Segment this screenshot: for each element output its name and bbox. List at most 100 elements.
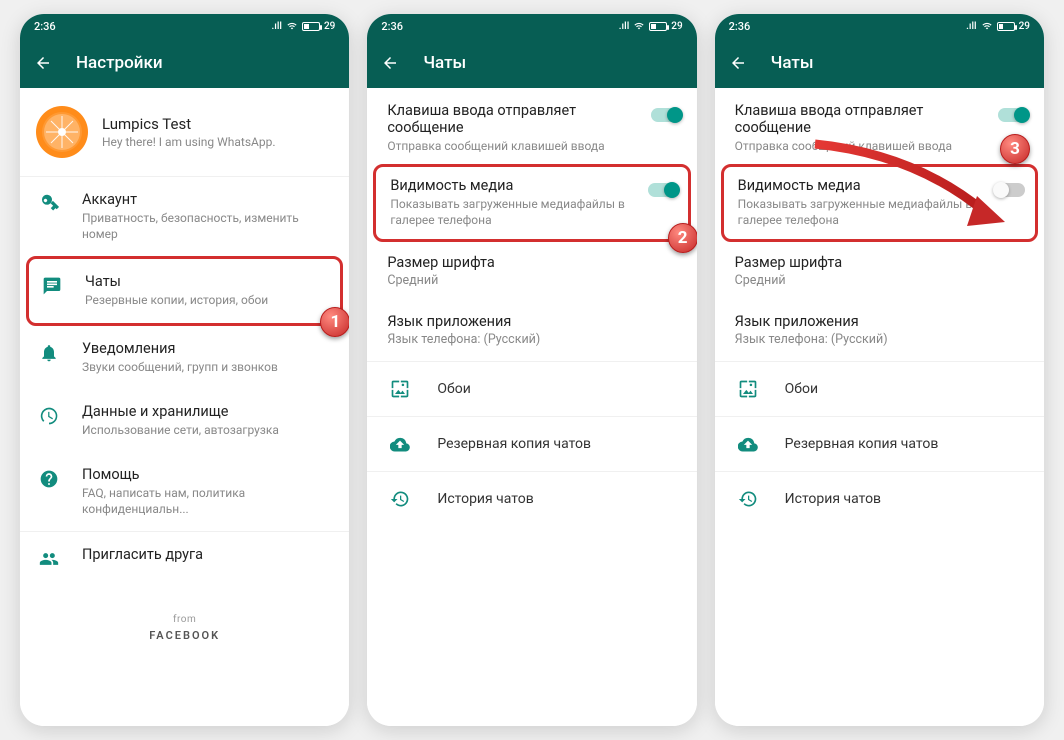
history-label: История чатов [785, 491, 881, 507]
history-row[interactable]: История чатов [715, 472, 1044, 526]
media-visibility-setting[interactable]: Видимость медиа Показывать загруженные м… [376, 167, 687, 238]
chats-content: Клавиша ввода отправляет сообщение Отпра… [715, 88, 1044, 726]
font-size-sub: Средний [735, 273, 1028, 290]
history-icon [389, 488, 411, 510]
settings-account[interactable]: Аккаунт Приватность, безопасность, измен… [20, 177, 349, 256]
back-icon[interactable] [729, 54, 747, 72]
media-vis-toggle-on[interactable] [648, 183, 678, 197]
enter-key-setting[interactable]: Клавиша ввода отправляет сообщение Отпра… [367, 88, 696, 164]
step-badge-1: 1 [320, 307, 349, 337]
status-time: 2:36 [34, 20, 56, 33]
app-lang-setting[interactable]: Язык приложения Язык телефона: (Русский) [735, 301, 1028, 361]
enter-key-sub: Отправка сообщений клавишей ввода [735, 138, 976, 154]
settings-content: Lumpics Test Hey there! I am using Whats… [20, 88, 349, 726]
media-visibility-setting[interactable]: Видимость медиа Показывать загруженные м… [724, 167, 1035, 238]
app-bar-title: Чаты [771, 53, 814, 73]
wallpaper-row[interactable]: Обои [715, 362, 1044, 416]
invite-title: Пригласить друга [82, 546, 333, 563]
notifications-sub: Звуки сообщений, групп и звонков [82, 359, 333, 375]
step-badge-3: 3 [1000, 134, 1030, 164]
app-bar: Чаты [715, 38, 1044, 88]
cloud-icon [737, 433, 759, 455]
app-lang-title: Язык приложения [387, 313, 680, 330]
help-sub: FAQ, написать нам, политика конфиденциал… [82, 485, 333, 517]
media-vis-sub: Показывать загруженные медиафайлы в гале… [738, 196, 973, 228]
history-label: История чатов [437, 491, 533, 507]
enter-key-title: Клавиша ввода отправляет сообщение [735, 102, 976, 136]
status-bar: 2:36 .ıll 29 [367, 14, 696, 38]
help-title: Помощь [82, 466, 333, 483]
phone-screen-settings: 2:36 .ıll 29 Настройки [20, 14, 349, 726]
font-size-sub: Средний [387, 273, 680, 290]
wallpaper-icon [737, 378, 759, 400]
avatar [36, 106, 88, 158]
back-icon[interactable] [381, 54, 399, 72]
phone-screen-chats-on: 2:36 .ıll 29 Чаты Клавиша ввода отправля… [367, 14, 696, 726]
status-icons: .ıll 29 [619, 21, 683, 32]
enter-key-title: Клавиша ввода отправляет сообщение [387, 102, 628, 136]
profile-row[interactable]: Lumpics Test Hey there! I am using Whats… [20, 88, 349, 176]
profile-status: Hey there! I am using WhatsApp. [102, 135, 333, 149]
highlight-media-vis: Видимость медиа Показывать загруженные м… [373, 164, 690, 241]
status-bar: 2:36 .ıll 29 [20, 14, 349, 38]
settings-invite[interactable]: Пригласить друга [20, 532, 349, 584]
history-icon [737, 488, 759, 510]
highlight-media-vis-off: Видимость медиа Показывать загруженные м… [721, 164, 1038, 241]
app-lang-title: Язык приложения [735, 313, 1028, 330]
enter-key-toggle[interactable] [651, 108, 681, 122]
font-size-setting[interactable]: Размер шрифта Средний [387, 242, 680, 302]
app-lang-sub: Язык телефона: (Русский) [387, 332, 680, 349]
wallpaper-icon [389, 378, 411, 400]
status-time: 2:36 [729, 20, 751, 33]
app-bar: Настройки [20, 38, 349, 88]
media-vis-toggle-off[interactable] [995, 183, 1025, 197]
enter-key-sub: Отправка сообщений клавишей ввода [387, 138, 628, 154]
wallpaper-label: Обои [437, 381, 470, 397]
chats-title: Чаты [85, 273, 330, 290]
app-lang-setting[interactable]: Язык приложения Язык телефона: (Русский) [387, 301, 680, 361]
backup-row[interactable]: Резервная копия чатов [715, 417, 1044, 471]
settings-notifications[interactable]: Уведомления Звуки сообщений, групп и зво… [20, 326, 349, 389]
highlight-chats: Чаты Резервные копии, история, обои 1 [26, 256, 343, 325]
font-size-title: Размер шрифта [387, 254, 680, 271]
status-bar: 2:36 .ıll 29 [715, 14, 1044, 38]
chats-content: Клавиша ввода отправляет сообщение Отпра… [367, 88, 696, 726]
backup-label: Резервная копия чатов [437, 436, 591, 452]
profile-name: Lumpics Test [102, 115, 333, 133]
app-bar: Чаты [367, 38, 696, 88]
facebook-label: FACEBOOK [20, 629, 349, 642]
back-icon[interactable] [34, 54, 52, 72]
media-vis-sub: Показывать загруженные медиафайлы в гале… [390, 196, 625, 228]
from-label: from [20, 614, 349, 625]
status-icons: .ıll 29 [271, 21, 335, 32]
backup-label: Резервная копия чатов [785, 436, 939, 452]
settings-chats[interactable]: Чаты Резервные копии, история, обои [29, 259, 340, 322]
phone-screen-chats-off: 2:36 .ıll 29 Чаты Клавиша ввода отправля… [715, 14, 1044, 726]
account-title: Аккаунт [82, 191, 333, 208]
app-bar-title: Чаты [423, 53, 466, 73]
chats-sub: Резервные копии, история, обои [85, 292, 330, 308]
notifications-title: Уведомления [82, 340, 333, 357]
status-icons: .ıll 29 [966, 21, 1030, 32]
media-vis-title: Видимость медиа [390, 177, 625, 194]
data-icon [38, 405, 60, 427]
settings-data[interactable]: Данные и хранилище Использование сети, а… [20, 389, 349, 452]
settings-help[interactable]: Помощь FAQ, написать нам, политика конфи… [20, 452, 349, 531]
wallpaper-row[interactable]: Обои [367, 362, 696, 416]
help-icon [38, 468, 60, 490]
enter-key-setting[interactable]: Клавиша ввода отправляет сообщение Отпра… [715, 88, 1044, 164]
font-size-setting[interactable]: Размер шрифта Средний [735, 242, 1028, 302]
people-icon [38, 548, 60, 570]
app-lang-sub: Язык телефона: (Русский) [735, 332, 1028, 349]
history-row[interactable]: История чатов [367, 472, 696, 526]
backup-row[interactable]: Резервная копия чатов [367, 417, 696, 471]
data-title: Данные и хранилище [82, 403, 333, 420]
font-size-title: Размер шрифта [735, 254, 1028, 271]
status-time: 2:36 [381, 20, 403, 33]
bell-icon [38, 342, 60, 364]
key-icon [38, 193, 60, 215]
app-bar-title: Настройки [76, 53, 163, 73]
step-badge-2: 2 [668, 223, 697, 253]
chat-icon [41, 275, 63, 297]
enter-key-toggle[interactable] [998, 108, 1028, 122]
